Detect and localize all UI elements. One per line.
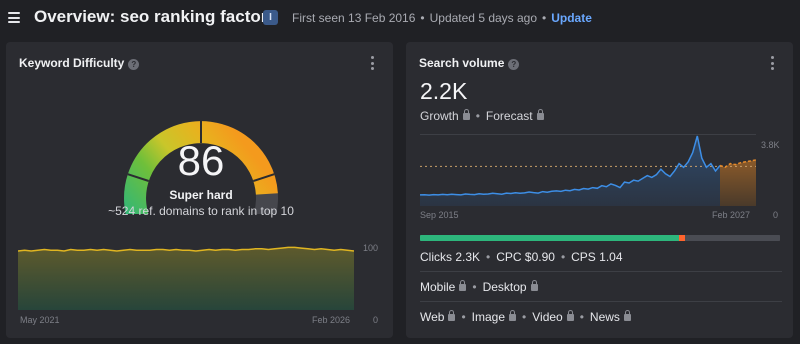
separator-dot: •: [472, 280, 477, 294]
keyword-difficulty-card: Keyword Difficulty? 86 Super hard ~524 r…: [6, 42, 393, 338]
page-header: Overview: seo ranking factors I First se…: [0, 0, 800, 36]
separator-dot: •: [486, 250, 491, 264]
separator-dot: •: [579, 310, 584, 324]
desktop-link[interactable]: Desktop: [483, 280, 527, 294]
lock-icon: [448, 310, 456, 321]
intent-badge[interactable]: I: [263, 10, 278, 25]
separator-dot: •: [420, 11, 425, 25]
more-options-icon[interactable]: [770, 56, 774, 70]
search-volume-tabs: Growth • Forecast: [420, 109, 544, 123]
hamburger-menu-icon[interactable]: [8, 12, 20, 23]
first-seen-text: First seen 13 Feb 2016: [292, 11, 416, 25]
metrics-row: Clicks 2.3K • CPC $0.90 • CPS 1.04: [420, 250, 782, 264]
kd-x-end-label: Feb 2026: [312, 315, 351, 325]
more-options-icon[interactable]: [370, 56, 374, 70]
lock-icon: [530, 280, 538, 291]
mobile-link[interactable]: Mobile: [420, 280, 455, 294]
row-divider: [420, 301, 782, 302]
search-volume-title: Search volume?: [419, 56, 520, 70]
separator-dot: •: [475, 109, 480, 123]
device-row: Mobile • Desktop: [420, 280, 782, 294]
separator-dot: •: [522, 310, 527, 324]
updated-text: Updated 5 days ago: [429, 11, 538, 25]
help-icon[interactable]: ?: [128, 59, 140, 70]
lock-icon: [459, 280, 467, 291]
sv-y-min-label: 0: [773, 210, 779, 220]
intent-bar-segment: [420, 235, 680, 241]
forecast-link[interactable]: Forecast: [486, 109, 533, 123]
separator-dot: •: [560, 250, 566, 264]
sv-x-start-label: Sep 2015: [420, 210, 459, 220]
intent-distribution-bar: [420, 235, 780, 241]
keyword-difficulty-title-text: Keyword Difficulty: [19, 56, 125, 70]
keyword-difficulty-history-chart: [18, 246, 354, 310]
lock-icon: [509, 310, 517, 321]
cps-metric: CPS 1.04: [571, 250, 623, 264]
intent-bar-segment: [684, 235, 780, 241]
growth-link[interactable]: Growth: [420, 109, 459, 123]
serp-type-row: Web • Image • Video • News: [420, 310, 782, 324]
separator-dot: •: [542, 11, 547, 25]
search-volume-chart: [420, 134, 756, 206]
lock-icon: [536, 109, 544, 120]
web-link[interactable]: Web: [420, 310, 444, 324]
lock-icon: [462, 109, 470, 120]
image-link[interactable]: Image: [472, 310, 505, 324]
keyword-difficulty-title: Keyword Difficulty?: [19, 56, 140, 70]
sv-x-end-label: Feb 2027: [712, 210, 751, 220]
keyword-difficulty-value: 86: [177, 137, 225, 184]
lock-icon: [566, 310, 574, 321]
keyword-difficulty-label: Super hard: [169, 188, 233, 202]
update-link[interactable]: Update: [551, 11, 592, 25]
keyword-difficulty-description: ~524 ref. domains to rank in top 10: [108, 204, 294, 218]
news-link[interactable]: News: [590, 310, 620, 324]
separator-dot: •: [461, 310, 466, 324]
cpc-metric: CPC $0.90: [496, 250, 555, 264]
header-meta: First seen 13 Feb 2016 • Updated 5 days ag…: [292, 11, 592, 25]
search-volume-title-text: Search volume: [419, 56, 505, 70]
kd-y-max-label: 100: [363, 243, 379, 253]
row-divider: [420, 271, 782, 272]
lock-icon: [623, 310, 631, 321]
sv-y-max-label: 3.8K: [761, 140, 780, 150]
kd-history-area: [18, 247, 354, 310]
search-volume-card: Search volume? 2.2K Growth • Forecast 3.8K…: [406, 42, 793, 338]
clicks-metric: Clicks 2.3K: [420, 250, 481, 264]
kd-y-min-label: 0: [373, 315, 379, 325]
video-link[interactable]: Video: [532, 310, 562, 324]
page-title: Overview: seo ranking factors: [34, 7, 277, 26]
kd-x-start-label: May 2021: [20, 315, 60, 325]
search-volume-value: 2.2K: [420, 78, 468, 104]
help-icon[interactable]: ?: [508, 59, 520, 70]
